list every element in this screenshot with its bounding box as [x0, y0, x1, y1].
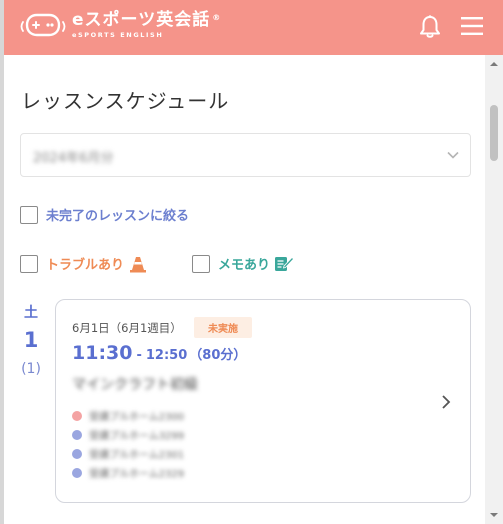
trouble-label: トラブルあり — [46, 258, 125, 273]
lesson-date-text: 6月1日（6月1週目） — [72, 321, 182, 335]
course-name: マインクラフト初級 — [72, 377, 198, 393]
incomplete-checkbox[interactable] — [20, 205, 38, 224]
member-item: 受講プルホーム2301 — [72, 444, 184, 463]
chevron-right-icon[interactable] — [441, 394, 451, 410]
day-number: 1 — [23, 328, 39, 352]
status-badge: 未実施 — [194, 317, 252, 338]
member-item: 受講プルホーム2300 — [72, 406, 184, 425]
lesson-date-column: 土 1 (1) — [20, 302, 42, 377]
member-item: 受講プルホーム2329 — [72, 463, 184, 482]
member-dot — [72, 410, 82, 421]
scroll-down-arrow-icon[interactable] — [489, 510, 499, 520]
member-name: 受講プルホーム2329 — [89, 469, 185, 480]
scrollbar-thumb[interactable] — [490, 105, 498, 161]
main-content: レッスンスケジュール 2024年6月分 未完了のレッスンに絞る トラブルあり メ… — [4, 55, 485, 524]
page-title: レッスンスケジュール — [21, 89, 230, 113]
month-select-value: 2024年6月分 — [33, 151, 114, 166]
registered-mark: ® — [212, 12, 222, 22]
scrollbar[interactable] — [485, 55, 503, 524]
time-separator: - — [136, 348, 142, 363]
end-time: 12:50 — [145, 348, 188, 363]
traffic-cone-icon — [130, 256, 147, 272]
gamepad-logo-icon — [20, 13, 66, 37]
member-dot — [72, 429, 82, 440]
day-of-week: 土 — [24, 305, 38, 321]
app-header: eスポーツ英会話 ® eSPORTS ENGLISH — [4, 0, 503, 55]
member-name: 受講プルホーム2301 — [89, 450, 185, 461]
member-list: 受講プルホーム2300 受講プルホーム3299 受講プルホーム2301 受講プル… — [72, 406, 184, 482]
filter-trouble[interactable]: トラブルあり — [20, 254, 147, 273]
scroll-up-arrow-icon[interactable] — [489, 59, 499, 69]
hamburger-menu-icon[interactable] — [460, 15, 484, 37]
member-name: 受講プルホーム3299 — [89, 431, 185, 442]
app-logo[interactable]: eスポーツ英会話 ® eSPORTS ENGLISH — [20, 10, 221, 40]
filter-memo[interactable]: メモあり — [192, 254, 295, 273]
trouble-checkbox[interactable] — [20, 254, 38, 273]
memo-label: メモあり — [218, 258, 271, 273]
week-number: (1) — [21, 361, 41, 377]
logo-title: eスポーツ英会話 — [72, 9, 211, 30]
bell-icon[interactable] — [418, 14, 442, 40]
memo-pencil-icon — [275, 256, 295, 271]
incomplete-label: 未完了のレッスンに絞る — [46, 209, 190, 224]
lesson-card[interactable]: 6月1日（6月1週目） 未実施 11:30 - 12:50 （80分） マインク… — [55, 299, 471, 503]
member-dot — [72, 448, 82, 459]
memo-checkbox[interactable] — [192, 254, 210, 273]
member-dot — [72, 467, 82, 478]
member-item: 受講プルホーム3299 — [72, 425, 184, 444]
start-time: 11:30 — [72, 342, 133, 364]
member-name: 受講プルホーム2300 — [89, 412, 185, 423]
lesson-time: 11:30 - 12:50 （80分） — [72, 342, 246, 364]
lesson-duration: （80分） — [189, 348, 247, 363]
month-select[interactable]: 2024年6月分 — [20, 133, 471, 177]
filter-incomplete[interactable]: 未完了のレッスンに絞る — [20, 205, 189, 224]
chevron-down-icon — [447, 151, 459, 159]
logo-subtitle: eSPORTS ENGLISH — [72, 30, 164, 39]
